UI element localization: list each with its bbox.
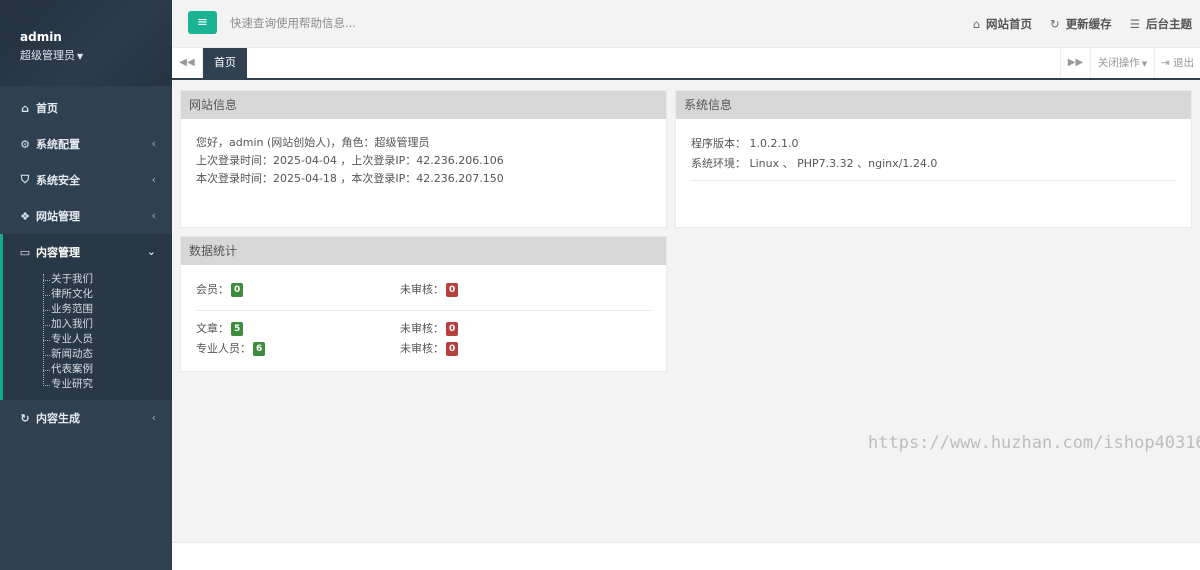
panel-title: 系统信息 <box>676 91 1191 119</box>
divider <box>196 310 651 311</box>
submenu-item-about[interactable]: 关于我们 <box>41 272 172 287</box>
submenu-item-culture[interactable]: 律所文化 <box>41 287 172 302</box>
profile-block: admin 超级管理员 ▼ <box>0 0 172 86</box>
sign-out-icon: ⇥ <box>1160 57 1170 69</box>
sidebar-item-system-security[interactable]: ⛉ 系统安全 ‹ <box>0 162 172 198</box>
member-count-badge: 0 <box>231 283 244 297</box>
panel-title: 网站信息 <box>181 91 666 119</box>
watermark-text: https://www.huzhan.com/ishop40316 <box>868 433 1200 453</box>
home-icon: ⌂ <box>972 17 981 31</box>
chevron-left-icon: ‹ <box>151 209 156 222</box>
tab-scroll-right-button[interactable]: ▶▶ <box>1060 48 1090 78</box>
profile-role-label: 超级管理员 <box>20 49 75 62</box>
tab-bar: ◀◀ 首页 ▶▶ 关闭操作 ▼ ⇥ 退出 <box>172 48 1200 80</box>
sidebar-item-label: 系统安全 <box>36 174 80 187</box>
refresh-icon: ↻ <box>20 411 30 425</box>
sidebar-item-content-manage[interactable]: ▭ 内容管理 ⌄ <box>3 234 172 270</box>
staff-count-badge: 6 <box>253 342 266 356</box>
member-stat-row: 会员： 0 未审核： 0 <box>196 280 651 300</box>
sidebar-item-label: 内容管理 <box>36 246 80 259</box>
staff-stat-row: 专业人员： 6 未审核： 0 <box>196 339 651 359</box>
menu-toggle-button[interactable]: ≡ <box>188 11 217 34</box>
article-stat-row: 文章： 5 未审核： 0 <box>196 319 651 339</box>
submenu-item-news[interactable]: 新闻动态 <box>41 347 172 362</box>
profile-role-dropdown[interactable]: 超级管理员 ▼ <box>20 47 172 63</box>
submenu-item-staff[interactable]: 专业人员 <box>41 332 172 347</box>
divider <box>691 180 1176 181</box>
forward-icon: ▶▶ <box>1067 57 1084 68</box>
caret-down-icon: ▼ <box>77 52 84 61</box>
staff-pending-badge: 0 <box>446 342 459 356</box>
stats-panel: 数据统计 会员： 0 未审核： 0 文章： 5 未审核： 0 专业人员： 6 未审核： 0 <box>180 236 667 372</box>
sidebar-item-home[interactable]: ⌂ 首页 <box>0 90 172 126</box>
refresh-icon: ↻ <box>1050 17 1060 31</box>
site-home-link[interactable]: ⌂ 网站首页 <box>973 16 1032 32</box>
submenu-item-research[interactable]: 专业研究 <box>41 377 172 392</box>
close-operations-dropdown[interactable]: 关闭操作 ▼ <box>1090 48 1154 78</box>
sidebar-group-content: ▭ 内容管理 ⌄ 关于我们 律所文化 业务范围 加入我们 专业人员 新闻动态 代… <box>0 234 172 400</box>
chevron-left-icon: ‹ <box>151 411 156 424</box>
submenu-item-join[interactable]: 加入我们 <box>41 317 172 332</box>
tab-home[interactable]: 首页 <box>203 48 247 78</box>
list-icon: ☰ <box>1129 17 1140 31</box>
sidebar-item-site-manage[interactable]: ❖ 网站管理 ‹ <box>0 198 172 234</box>
panel-title: 数据统计 <box>181 237 666 265</box>
sidebar-item-system-config[interactable]: ⚙ 系统配置 ‹ <box>0 126 172 162</box>
chevron-down-icon: ⌄ <box>146 245 156 258</box>
system-info-panel: 系统信息 程序版本： 1.0.2.1.0 系统环境： Linux 、 PHP7.… <box>675 90 1192 228</box>
chevron-left-icon: ‹ <box>151 137 156 150</box>
sidebar-item-label: 首页 <box>36 102 58 115</box>
tab-controls: ▶▶ 关闭操作 ▼ ⇥ 退出 <box>1060 48 1200 78</box>
tab-scroll-left-button[interactable]: ◀◀ <box>172 48 203 78</box>
greeting-text: 您好，admin (网站创始人)，角色：超级管理员 <box>196 136 430 149</box>
sidebar-item-label: 系统配置 <box>36 138 80 151</box>
shield-icon: ⛉ <box>20 173 30 186</box>
profile-name: admin <box>20 30 62 44</box>
logout-button[interactable]: ⇥ 退出 <box>1154 48 1200 78</box>
footer <box>172 542 1200 570</box>
monitor-icon: ▭ <box>19 245 31 259</box>
this-login-text: 本次登录时间：2025-04-18 ，本次登录IP：42.236.207.150 <box>196 172 504 185</box>
member-pending-badge: 0 <box>446 283 459 297</box>
main-content: 网站信息 您好，admin (网站创始人)，角色：超级管理员 上次登录时间：20… <box>172 80 1200 542</box>
hamburger-icon: ≡ <box>197 15 208 30</box>
site-info-panel: 网站信息 您好，admin (网站创始人)，角色：超级管理员 上次登录时间：20… <box>180 90 667 228</box>
home-icon: ⌂ <box>21 101 29 115</box>
admin-theme-link[interactable]: ☰ 后台主题 <box>1130 16 1192 32</box>
search-input[interactable]: 快速查询使用帮助信息... <box>230 15 356 31</box>
environment-text: 系统环境： Linux 、 PHP7.3.32 、nginx/1.24.0 <box>691 157 938 170</box>
gear-icon: ⚙ <box>20 137 30 151</box>
sidebar: admin 超级管理员 ▼ ⌂ 首页 ⚙ 系统配置 ‹ ⛉ 系统安全 ‹ ❖ 网站… <box>0 0 172 570</box>
sidebar-item-label: 内容生成 <box>36 412 80 425</box>
article-count-badge: 5 <box>231 322 244 336</box>
article-pending-badge: 0 <box>446 322 459 336</box>
submenu-item-cases[interactable]: 代表案例 <box>41 362 172 377</box>
sidebar-item-label: 网站管理 <box>36 210 80 223</box>
cubes-icon: ❖ <box>20 209 30 223</box>
backward-icon: ◀◀ <box>179 57 195 68</box>
sidebar-item-content-generate[interactable]: ↻ 内容生成 ‹ <box>0 400 172 436</box>
content-submenu: 关于我们 律所文化 业务范围 加入我们 专业人员 新闻动态 代表案例 专业研究 <box>3 270 172 400</box>
submenu-item-business[interactable]: 业务范围 <box>41 302 172 317</box>
caret-down-icon: ▼ <box>1141 60 1148 68</box>
top-links: ⌂ 网站首页 ↻ 更新缓存 ☰ 后台主题 <box>973 16 1192 32</box>
update-cache-link[interactable]: ↻ 更新缓存 <box>1050 16 1112 32</box>
last-login-text: 上次登录时间：2025-04-04 ，上次登录IP：42.236.206.106 <box>196 154 504 167</box>
chevron-left-icon: ‹ <box>151 173 156 186</box>
top-bar: ≡ 快速查询使用帮助信息... ⌂ 网站首页 ↻ 更新缓存 ☰ 后台主题 <box>172 0 1200 48</box>
version-text: 程序版本： 1.0.2.1.0 <box>691 137 799 150</box>
